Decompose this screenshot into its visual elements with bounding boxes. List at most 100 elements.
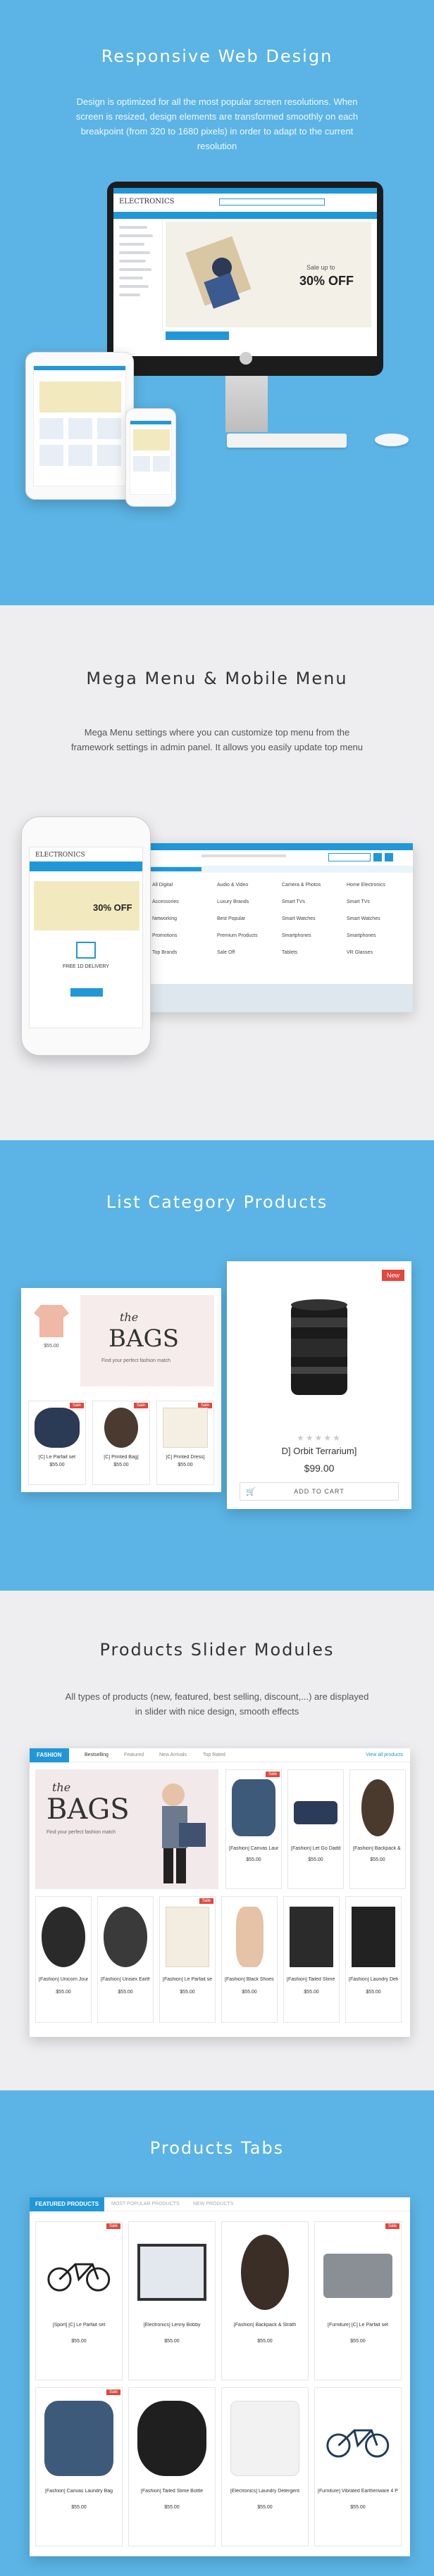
product-name[interactable]: [Fashion] Canvas Laundry Bag [229,1846,278,1851]
section-title: Responsive Web Design [101,46,333,66]
product-card[interactable]: Sale [C] Printed Dress] $55.00 [156,1401,214,1485]
phone-device: ELECTRONICS 30% OFF FREE 1D DELIVERY [21,816,151,1056]
menu-item[interactable]: Best Popular [217,916,273,933]
section-desc: Design is optimized for all the most pop… [75,96,359,151]
rating-stars: ★★★★★ [297,1433,342,1443]
tab-bestselling[interactable]: Bestselling [85,1753,108,1757]
bags-the: the [120,1311,139,1324]
product-name[interactable]: [Fashion] Let Go Daddy [291,1846,340,1851]
view-all-link[interactable]: View all products [366,1753,403,1757]
product-name[interactable]: [Sport] [C] Le Parfait set [39,2323,119,2328]
product-name[interactable]: [Fashion] Le Parfait set [163,1977,212,1982]
menu-item[interactable]: Accessories [152,899,209,916]
promo-small: Sale up to [306,264,335,271]
menu-item[interactable]: Premium Products [217,933,273,950]
product-name[interactable]: [C] Le Parfait set [32,1455,82,1460]
product-card[interactable]: [Fashion] Black Shoes in Boss $55.00 [221,1896,278,2023]
product-card[interactable]: [Fashion] Backpack & Strath $55.00 [349,1769,406,1889]
product-price: $55.00 [56,1989,71,1995]
product-name[interactable]: [Furniture] [C] Le Parfait set [318,2323,398,2328]
menu-item[interactable]: All Digital [152,883,209,899]
left-price: $55.00 [44,1344,59,1349]
product-name[interactable]: [Fashion] Backpack & Strath [225,2323,305,2328]
bags-sub: Find your perfect fashion match [101,1358,171,1363]
product-price: $55.00 [71,2504,87,2510]
tab-fashion[interactable]: FASHION [30,1748,69,1762]
tablet-device [25,352,134,500]
product-card[interactable]: [Fashion] Laundry Detergent $55.00 [345,1896,402,2023]
menu-item[interactable]: Camera & Photos [282,883,338,899]
section-desc: Mega Menu settings where you can customi… [70,727,364,752]
product-price: $55.00 [370,1857,385,1863]
tab-featured[interactable]: Featured [124,1753,144,1757]
product-name[interactable]: [Fashion] Tailed Slime Bottle [132,2489,212,2494]
bags-title: BAGS [46,1793,130,1826]
phone-logo: ELECTRONICS [35,852,85,859]
menu-item[interactable]: Audio & Video [217,883,273,899]
tab-featured-products[interactable]: FEATURED PRODUCTS [30,2197,105,2211]
menu-item[interactable]: Top Brands [152,950,209,967]
menu-item[interactable]: Luxury Brands [217,899,273,916]
product-name[interactable]: [Fashion] Backpack & Strath [353,1846,402,1851]
menu-item[interactable]: VR Glasses [347,950,403,967]
menu-item[interactable]: Smartphones [282,933,338,950]
product-name[interactable]: [Fashion] Laundry Detergent [349,1977,398,1982]
product-card[interactable]: Sale [Fashion] Canvas Laundry Bag $55.00 [35,2387,123,2546]
product-name[interactable]: [Fashion] Tailed Slime Bottle [287,1977,336,1982]
menu-item[interactable]: Smart Watches [347,916,403,933]
product-name[interactable]: [Electronics] Laundry Detergent [225,2489,305,2494]
product-card[interactable]: [Electronics] Laundry Detergent $55.00 [221,2387,309,2546]
product-name[interactable]: [Fashion] Black Shoes in Boss [225,1977,274,1982]
product-name[interactable]: D] Orbit Terrarium] [227,1446,411,1456]
product-card[interactable]: [Fashion] Tailed Slime Bottle $55.00 [283,1896,340,2023]
bags-the: the [52,1781,71,1794]
add-to-cart-button[interactable]: 🛒 ADD TO CART [240,1482,399,1501]
product-card[interactable]: Sale [C] Printed Bag] $55.00 [92,1401,150,1485]
menu-item[interactable]: Networking [152,916,209,933]
promo-big: 30% OFF [299,274,354,288]
menu-item[interactable]: Sale Off [217,950,273,967]
product-card[interactable]: Sale [Furniture] [C] Le Parfait set $55.… [314,2221,402,2380]
product-name[interactable]: [C] Printed Bag] [96,1455,147,1460]
product-name[interactable]: [Fashion] Unisex Earthenware 4 Pcs [101,1977,150,1982]
box-icon [76,942,96,959]
product-name[interactable]: [Electronics] Lenny Bobby [132,2323,212,2328]
product-price: $55.00 [350,2504,366,2510]
product-card[interactable]: [Fashion] Let Go Daddy $55.00 [287,1769,344,1889]
product-card[interactable]: Sale [Fashion] Canvas Laundry Bag $55.00 [225,1769,282,1889]
product-card[interactable]: [Electronics] Lenny Bobby $55.00 [128,2221,216,2380]
tab-most-popular[interactable]: MOST POPULAR PRODUCTS [111,2202,180,2206]
product-price: $55.00 [113,1463,129,1468]
menu-item[interactable]: Smartphones [347,933,403,950]
product-name[interactable]: [Fashion] Unicorn Journal 1.0 [39,1977,88,1982]
menu-item[interactable]: Smart TVs [282,899,338,916]
product-card[interactable]: [Fashion] Unicorn Journal 1.0 $55.00 [35,1896,92,2023]
product-name[interactable]: [C] Printed Dress] [160,1455,211,1460]
menu-item[interactable]: Smart TVs [347,899,403,916]
store-logo: ELECTRONICS [119,198,175,206]
product-card[interactable]: [Fashion] Unisex Earthenware 4 Pcs $55.0… [97,1896,154,2023]
product-name[interactable]: [Fashion] Canvas Laundry Bag [39,2489,119,2494]
product-card[interactable]: Sale [Sport] [C] Le Parfait set $55.00 [35,2221,123,2380]
tab-new-arrivals[interactable]: New Arrivals [159,1753,187,1757]
product-card[interactable]: Sale [Fashion] Le Parfait set $55.00 [159,1896,216,2023]
menu-item[interactable]: Home Electronics [347,883,403,899]
listcat-section: List Category Products $55.00 the BAGS F… [0,1140,434,1591]
product-card[interactable]: [Fashion] Backpack & Strath $55.00 [221,2221,309,2380]
product-name[interactable]: [Furniture] Vibrated Earthenware 4 Pcs [318,2489,398,2494]
menu-item[interactable]: Promotions [152,933,209,950]
product-card[interactable]: Sale [C] Le Parfait set $55.00 [28,1401,86,1485]
megamenu-section: Mega Menu & Mobile Menu Mega Menu settin… [0,605,434,1140]
menu-item[interactable]: Tablets [282,950,338,967]
product-price: $55.00 [350,2338,366,2344]
bicycle-image [326,2429,390,2458]
product-price: $55.00 [164,2338,180,2344]
featured-product-card[interactable]: New ★★★★★ D] Orbit Terrarium] $99.00 🛒 A… [227,1261,411,1509]
product-card[interactable]: [Fashion] Tailed Slime Bottle $55.00 [128,2387,216,2546]
product-price: $99.00 [304,1463,335,1474]
menu-item[interactable]: Smart Watches [282,916,338,933]
tab-new-products[interactable]: NEW PRODUCTS [193,2202,234,2206]
tab-top-rated[interactable]: Top Rated [203,1753,225,1757]
free-delivery-label: FREE 1D DELIVERY [62,964,109,969]
product-card[interactable]: [Furniture] Vibrated Earthenware 4 Pcs $… [314,2387,402,2546]
